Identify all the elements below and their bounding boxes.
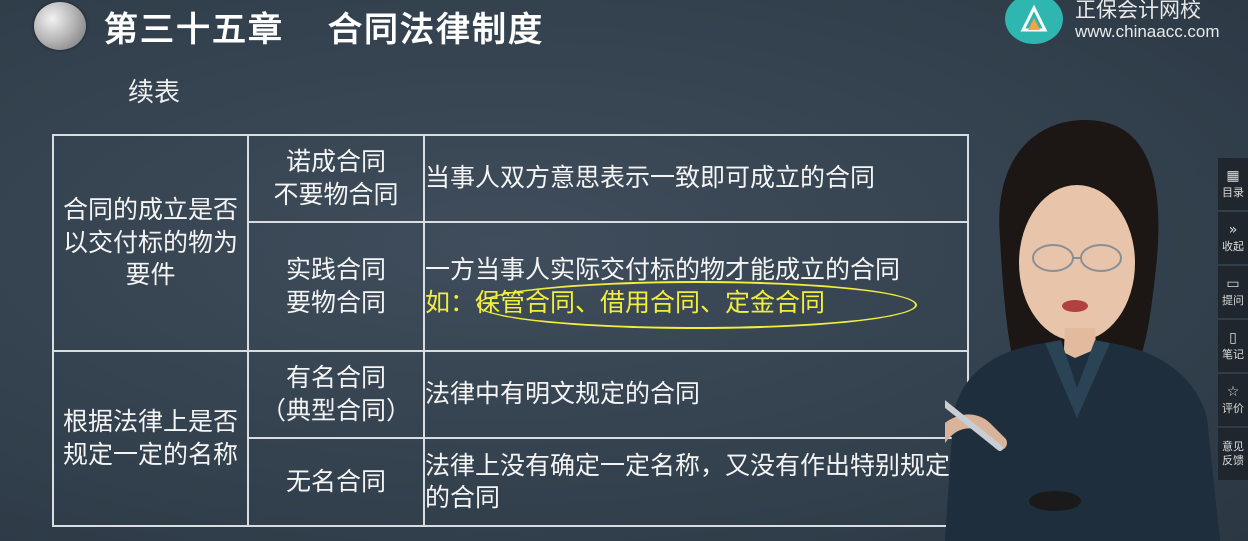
definition-cell: 法律上没有确定一定名称，又没有作出特别规定的合同 bbox=[423, 437, 969, 527]
panel-label: 目录 bbox=[1222, 186, 1244, 199]
grid-icon: ▦ bbox=[1226, 168, 1240, 184]
question-bubble-icon: ▭ bbox=[1226, 276, 1240, 292]
feedback-button[interactable]: 意见 反馈 bbox=[1218, 428, 1248, 480]
side-panel: ▦ 目录 » 收起 ▭ 提问 ▯ 笔记 ☆ 评价 意见 反馈 bbox=[1218, 158, 1248, 482]
notes-button[interactable]: ▯ 笔记 bbox=[1218, 320, 1248, 372]
globe-logo-icon bbox=[34, 2, 86, 50]
table-row: 合同的成立是否以交付标的物为要件 诺成合同 不要物合同 当事人双方意思表示一致即… bbox=[52, 134, 969, 352]
panel-label: 评价 bbox=[1222, 402, 1244, 415]
panel-label: 收起 bbox=[1222, 240, 1244, 253]
definition-cell: 法律中有明文规定的合同 bbox=[423, 350, 969, 439]
example-prefix: 如： bbox=[425, 287, 476, 317]
category-cell: 根据法律上是否规定一定的名称 bbox=[52, 350, 249, 527]
brand-name: 正保会计网校 bbox=[1075, 0, 1201, 22]
rate-button[interactable]: ☆ 评价 bbox=[1218, 374, 1248, 426]
collapse-button[interactable]: » 收起 bbox=[1218, 212, 1248, 264]
brand-url: www.chinaacc.com bbox=[1075, 22, 1220, 41]
example-line: 如：保管合同、借用合同、定金合同 bbox=[425, 280, 917, 329]
chapter-heading: 第三十五章 合同法律制度 bbox=[104, 2, 544, 51]
table-row: 根据法律上是否规定一定的名称 有名合同 （典型合同） 法律中有明文规定的合同 bbox=[52, 350, 969, 527]
ask-question-button[interactable]: ▭ 提问 bbox=[1218, 266, 1248, 318]
definition-cell: 当事人双方意思表示一致即可成立的合同 bbox=[423, 134, 969, 223]
chapter-number: 第三十五章 bbox=[104, 10, 284, 50]
brand-logo-icon bbox=[1005, 0, 1063, 44]
definition-text: 一方当事人实际交付标的物才能成立的合同 bbox=[425, 255, 901, 284]
contract-type-cell: 有名合同 （典型合同） bbox=[247, 350, 425, 439]
contract-type-cell: 实践合同 要物合同 bbox=[247, 221, 425, 352]
contract-type-cell: 诺成合同 不要物合同 bbox=[247, 134, 425, 223]
table-subtitle: 续表 bbox=[128, 78, 181, 108]
catalog-button[interactable]: ▦ 目录 bbox=[1218, 158, 1248, 210]
contract-type-cell: 无名合同 bbox=[247, 437, 425, 527]
presenter-image bbox=[945, 120, 1220, 541]
note-icon: ▯ bbox=[1229, 330, 1237, 346]
panel-label: 笔记 bbox=[1222, 348, 1244, 361]
category-cell: 合同的成立是否以交付标的物为要件 bbox=[52, 134, 249, 352]
star-icon: ☆ bbox=[1226, 384, 1240, 400]
contract-classification-table: 合同的成立是否以交付标的物为要件 诺成合同 不要物合同 当事人双方意思表示一致即… bbox=[52, 134, 969, 527]
chapter-title: 合同法律制度 bbox=[328, 10, 544, 50]
example-items: 保管合同、借用合同、定金合同 bbox=[475, 287, 826, 317]
definition-cell: 一方当事人实际交付标的物才能成立的合同 如：保管合同、借用合同、定金合同 bbox=[423, 221, 969, 352]
panel-label: 意见 反馈 bbox=[1222, 440, 1244, 467]
panel-label: 提问 bbox=[1222, 294, 1244, 307]
double-chevron-right-icon: » bbox=[1228, 222, 1238, 238]
